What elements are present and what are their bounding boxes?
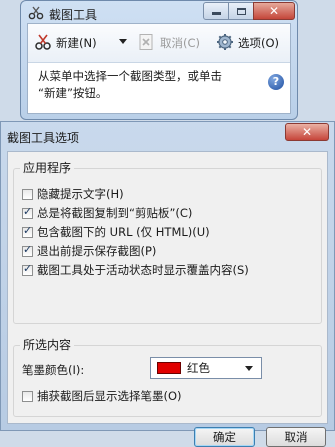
option-include-url[interactable]: 包含截图下的 URL (仅 HTML)(U) [22, 224, 210, 240]
option-show-ink-after-capture[interactable]: 捕获截图后显示选择笔墨(O) [22, 388, 182, 404]
scissors-icon [28, 5, 44, 21]
hint-text: 从菜单中选择一个截图类型，或单击 “新建”按钮。 [38, 68, 258, 102]
chevron-down-icon [245, 366, 253, 371]
pen-color-label: 笔墨颜色(I): [22, 363, 85, 377]
snipping-tool-body: 新建(N) 取消(C) 选项(O) 从菜单中选择一个截图类型，或单击 “新建”按… [27, 23, 291, 114]
pen-color-value: 红色 [187, 361, 210, 375]
dialog-title: 截图工具选项 [7, 131, 80, 145]
option-label: 退出前提示保存截图(P) [37, 244, 157, 258]
checkbox[interactable] [22, 243, 33, 257]
toolbar: 新建(N) 取消(C) 选项(O) [28, 24, 290, 63]
checkbox[interactable] [22, 262, 33, 276]
checkbox[interactable] [22, 205, 33, 219]
cancel-snip-label: 取消(C) [160, 36, 201, 50]
checkbox[interactable] [22, 188, 33, 200]
hint-text-line-1: 从菜单中选择一个截图类型，或单击 [38, 69, 222, 83]
window-title: 截图工具 [49, 8, 98, 22]
application-group-label: 应用程序 [20, 159, 75, 176]
minimize-button[interactable] [203, 2, 229, 20]
option-show-overlay[interactable]: 截图工具处于活动状态时显示覆盖内容(S) [22, 262, 249, 278]
close-icon: ✕ [301, 125, 313, 139]
options-dialog: 截图工具选项 ✕ 应用程序 隐藏提示文字(H) 总是将截图复制到“剪贴板”(C)… [0, 121, 335, 447]
selection-group [13, 345, 322, 417]
option-label: 总是将截图复制到“剪贴板”(C) [37, 206, 193, 220]
dialog-close-button[interactable]: ✕ [285, 123, 329, 141]
option-label: 隐藏提示文字(H) [37, 187, 124, 201]
cancel-snip-button[interactable]: 取消(C) [138, 32, 200, 54]
minimize-icon [211, 12, 221, 15]
close-icon: ✕ [268, 4, 280, 18]
maximize-icon [236, 7, 246, 15]
options-button[interactable]: 选项(O) [216, 32, 279, 54]
checkbox[interactable] [22, 390, 33, 402]
snipping-tool-window: 截图工具 ✕ 新建(N) 取消(C) 选项(O) 从菜单中选择一个截图类型，或单… [20, 0, 298, 120]
dialog-content: 应用程序 隐藏提示文字(H) 总是将截图复制到“剪贴板”(C) 包含截图下的 U… [7, 151, 328, 447]
new-snip-label: 新建(N) [56, 36, 97, 50]
gear-icon [216, 33, 234, 54]
new-snip-icon [34, 33, 52, 54]
checkbox[interactable] [22, 224, 33, 238]
option-prompt-save[interactable]: 退出前提示保存截图(P) [22, 243, 156, 259]
help-icon[interactable]: ? [268, 74, 284, 90]
option-label: 捕获截图后显示选择笔墨(O) [37, 389, 182, 403]
new-snip-button[interactable]: 新建(N) [34, 32, 97, 54]
cancel-icon [138, 33, 156, 54]
maximize-button[interactable] [228, 2, 254, 20]
new-snip-dropdown-arrow-icon[interactable] [119, 39, 127, 44]
hint-text-line-2: “新建”按钮。 [38, 86, 108, 100]
option-label: 包含截图下的 URL (仅 HTML)(U) [37, 225, 210, 239]
cancel-button[interactable]: 取消 [266, 427, 326, 447]
close-button[interactable]: ✕ [253, 2, 295, 20]
ok-button[interactable]: 确定 [194, 427, 255, 447]
options-label: 选项(O) [238, 36, 280, 50]
pen-color-select[interactable]: 红色 [150, 357, 262, 379]
selection-group-label: 所选内容 [20, 336, 75, 353]
option-label: 截图工具处于活动状态时显示覆盖内容(S) [37, 263, 249, 277]
pen-color-swatch [157, 362, 181, 374]
option-copy-to-clipboard[interactable]: 总是将截图复制到“剪贴板”(C) [22, 205, 192, 221]
option-hide-hint-text[interactable]: 隐藏提示文字(H) [22, 186, 124, 202]
